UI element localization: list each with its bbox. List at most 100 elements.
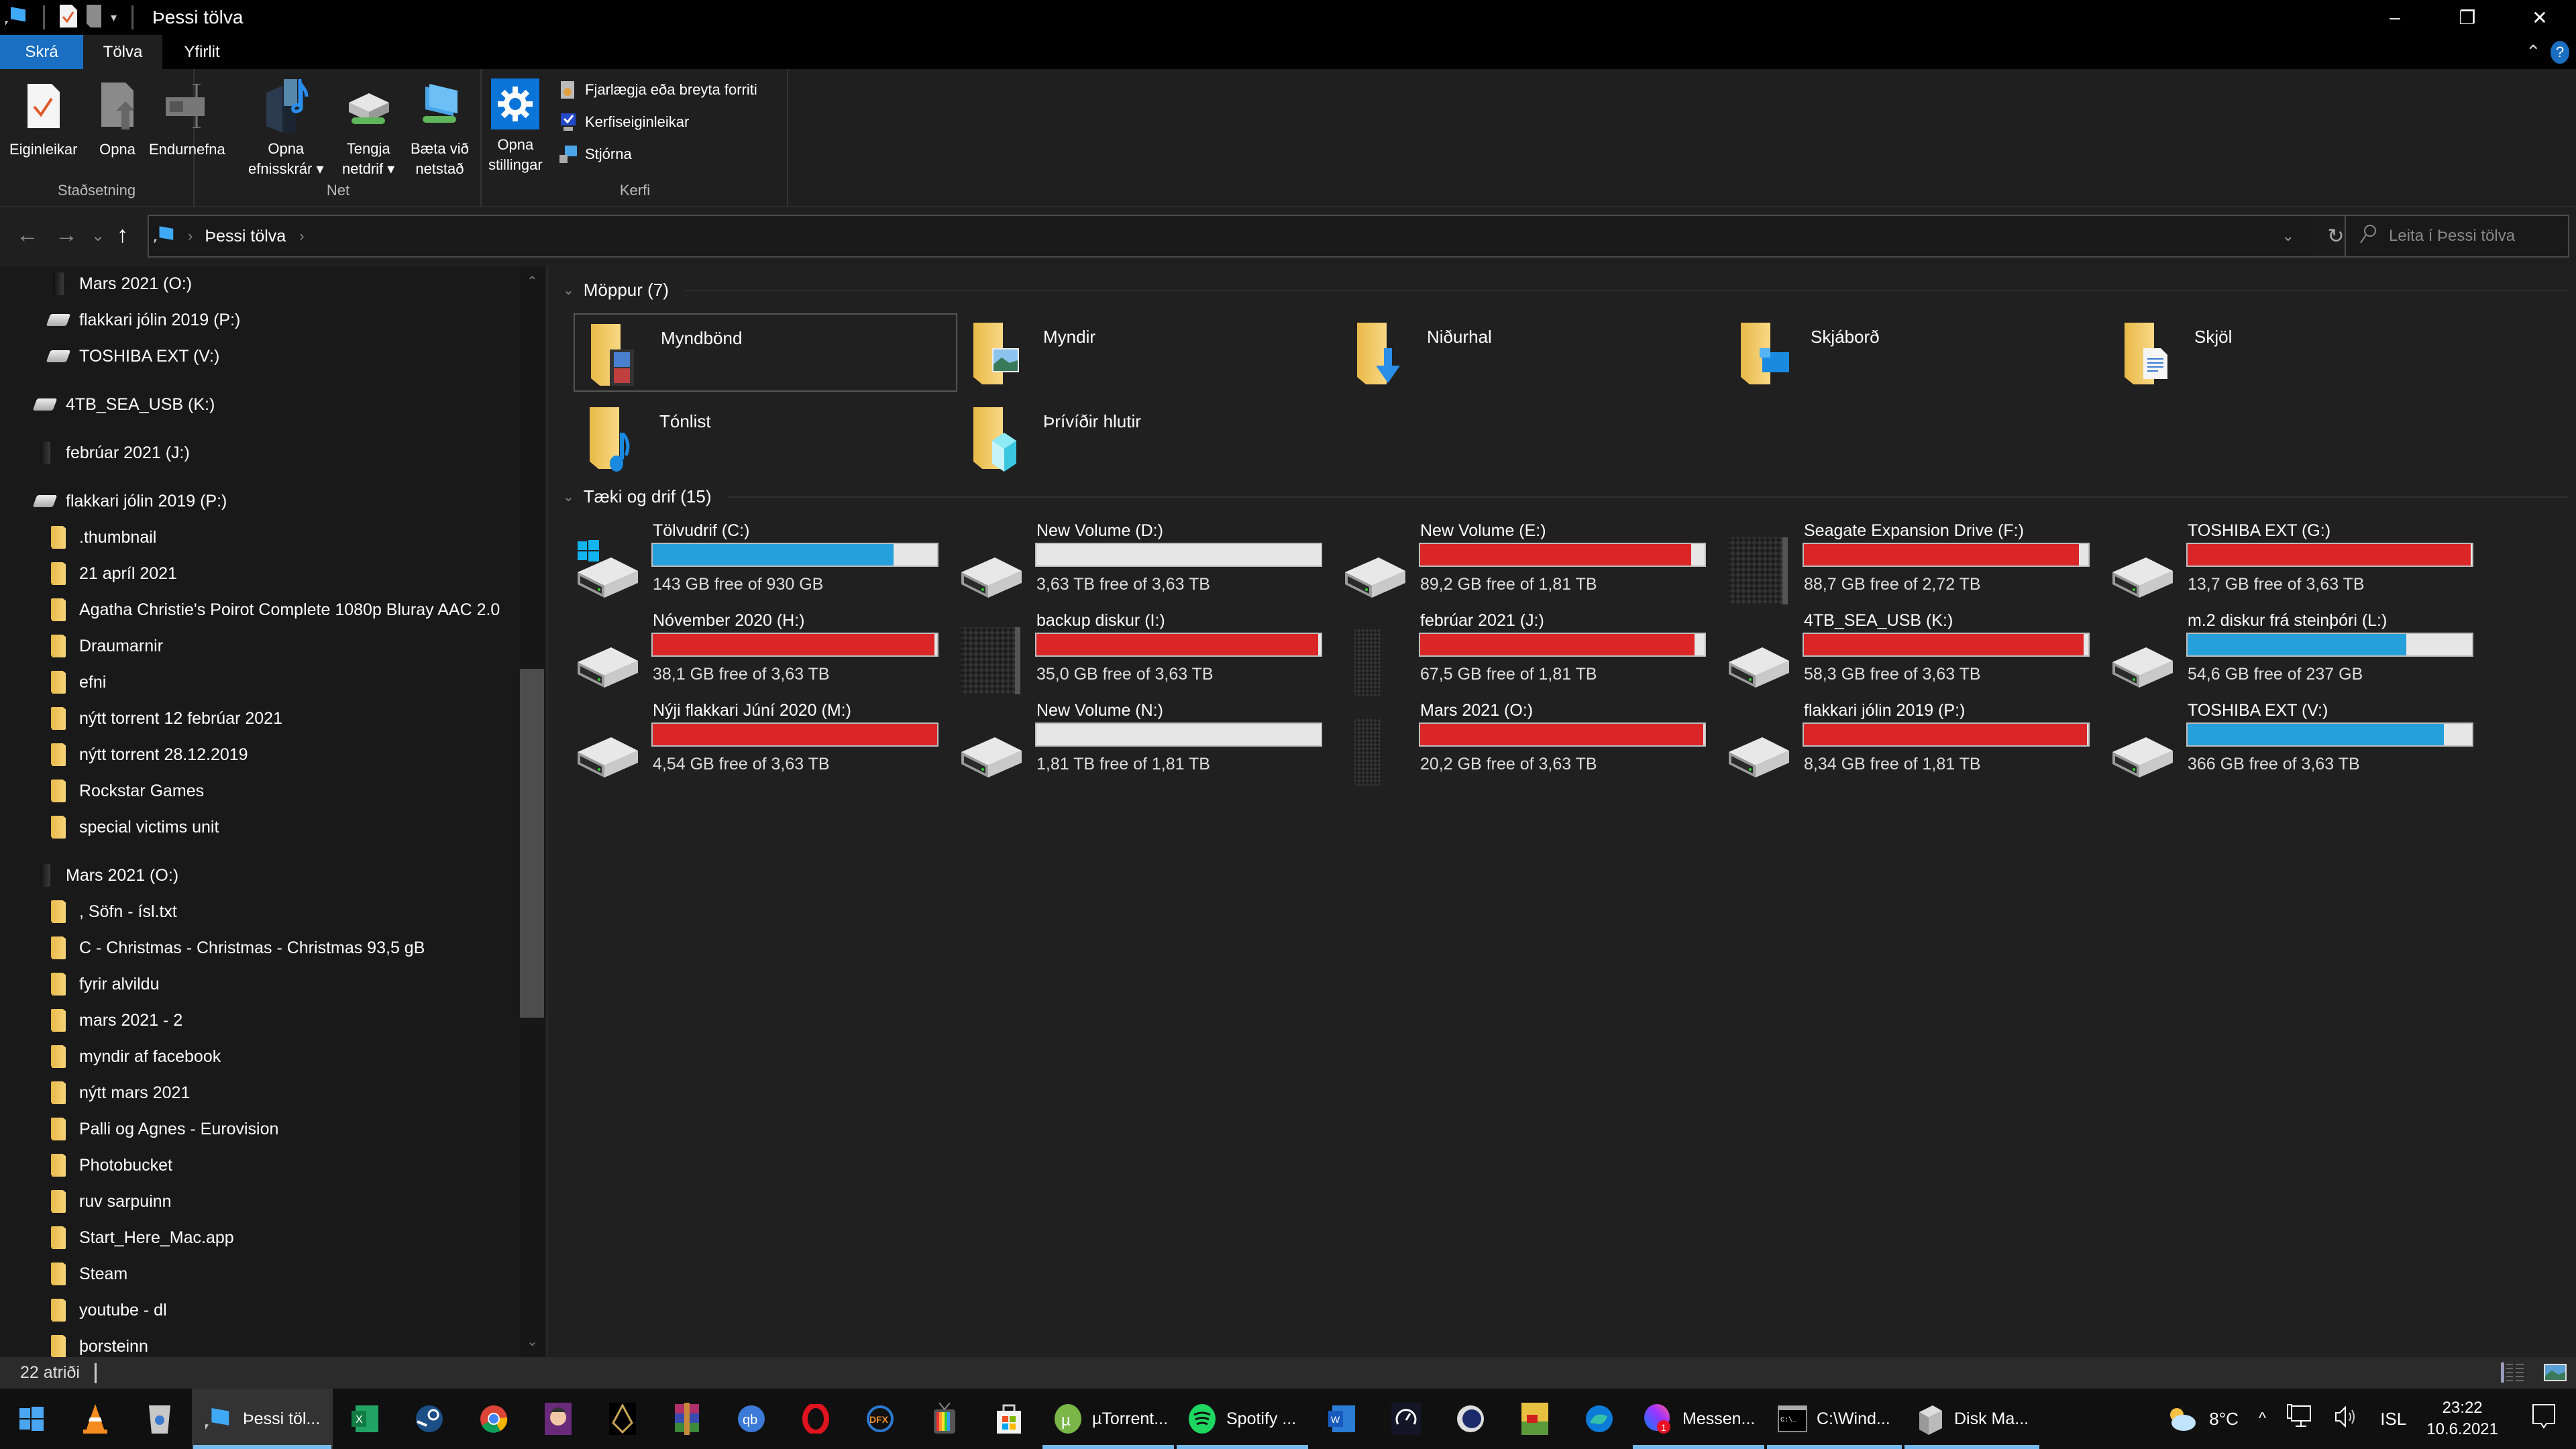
sidebar-item[interactable]: special victims unit xyxy=(48,810,219,844)
chevron-down-icon[interactable]: ⌄ xyxy=(563,282,574,299)
taskbar-app-file-explorer[interactable]: Þessi töl... xyxy=(192,1389,333,1449)
back-button[interactable]: ← xyxy=(16,222,39,248)
action-center-icon[interactable] xyxy=(2532,1403,2556,1435)
taskbar-app-cinema4d[interactable] xyxy=(1438,1389,1503,1449)
drive-item[interactable]: TOSHIBA EXT (G:) 13,7 GB free of 3,63 TB xyxy=(2102,521,2485,611)
sidebar-item[interactable]: fyrir alvildu xyxy=(48,967,159,1001)
sidebar-item[interactable]: efni xyxy=(48,665,106,699)
sidebar-item[interactable]: C - Christmas - Christmas - Christmas 93… xyxy=(48,931,425,965)
taskbar-app-utorrent[interactable]: µ µTorrent... xyxy=(1041,1389,1175,1449)
uninstall-program-button[interactable]: Fjarlægja eða breyta forriti xyxy=(558,80,757,100)
chevron-down-icon[interactable]: ⌄ xyxy=(563,488,574,505)
search-input[interactable]: Leita í Þessi tölva xyxy=(2389,227,2515,246)
sidebar-item[interactable]: Mars 2021 (O:) xyxy=(48,267,192,301)
taskbar-app-steam[interactable] xyxy=(397,1389,462,1449)
manage-button[interactable]: Stjórna xyxy=(558,144,632,164)
taskbar-app-start[interactable] xyxy=(0,1389,63,1449)
taskbar-app-disk-management[interactable]: Disk Ma... xyxy=(1903,1389,2041,1449)
drive-item[interactable]: Nóvember 2020 (H:) 38,1 GB free of 3,63 T… xyxy=(567,611,951,701)
drive-item[interactable]: New Volume (E:) 89,2 GB free of 1,81 TB xyxy=(1334,521,1718,611)
breadcrumb-separator-icon[interactable]: › xyxy=(188,227,193,245)
sidebar-item[interactable]: Photobucket xyxy=(48,1148,172,1182)
taskbar-app-word[interactable]: W xyxy=(1309,1389,1374,1449)
taskbar-app-opera[interactable] xyxy=(784,1389,848,1449)
large-icons-view-button[interactable] xyxy=(2544,1364,2567,1386)
help-button[interactable]: ? xyxy=(2551,40,2569,64)
drive-item[interactable]: New Volume (D:) 3,63 TB free of 3,63 TB xyxy=(951,521,1334,611)
open-settings-button[interactable]: Opna stillingar xyxy=(488,78,543,175)
recent-locations-button[interactable]: ⌄ xyxy=(91,226,105,246)
sidebar-item[interactable]: mars 2021 - 2 xyxy=(48,1004,182,1037)
taskbar-app-game-emblem[interactable] xyxy=(590,1389,655,1449)
folder-item[interactable]: Tónlist xyxy=(574,398,957,476)
sidebar-item[interactable]: Palli og Agnes - Eurovision xyxy=(48,1112,278,1146)
drive-item[interactable]: Seagate Expansion Drive (F:) 88,7 GB free… xyxy=(1718,521,2102,611)
taskbar-app-store[interactable] xyxy=(977,1389,1041,1449)
sidebar-item[interactable]: Start_Here_Mac.app xyxy=(48,1221,234,1254)
taskbar-app-game-character[interactable] xyxy=(526,1389,590,1449)
drives-section-header[interactable]: ⌄ Tæki og drif (15) xyxy=(563,486,2569,507)
drive-item[interactable]: m.2 diskur frá steinþóri (L:) 54,6 GB fre… xyxy=(2102,611,2485,701)
sidebar-item[interactable]: myndir af facebook xyxy=(48,1040,221,1073)
sidebar-scrollbar-thumb[interactable] xyxy=(520,669,544,1018)
network-icon[interactable] xyxy=(2286,1403,2313,1435)
sidebar-item[interactable]: flakkari jólin 2019 (P:) xyxy=(46,303,240,337)
taskbar-app-spotify[interactable]: Spotify ... xyxy=(1175,1389,1309,1449)
maximize-button[interactable]: ❐ xyxy=(2431,0,2504,35)
customize-toolbar-icon[interactable]: ▾ xyxy=(111,11,117,25)
sidebar-item[interactable]: TOSHIBA EXT (V:) xyxy=(46,339,219,373)
folder-item[interactable]: Niðurhal xyxy=(1341,313,1725,392)
add-network-location-button[interactable]: Bæta við netstað xyxy=(411,78,469,179)
drive-item[interactable]: febrúar 2021 (J:) 67,5 GB free of 1,81 TB xyxy=(1334,611,1718,701)
sidebar-item[interactable]: Rockstar Games xyxy=(48,774,204,808)
open-button[interactable]: Opna xyxy=(94,78,141,160)
taskbar-app-excel[interactable]: X xyxy=(333,1389,397,1449)
sidebar-item[interactable]: 4TB_SEA_USB (K:) xyxy=(32,388,215,421)
sidebar-item[interactable]: Draumarnir xyxy=(48,629,163,663)
details-view-button[interactable] xyxy=(2501,1362,2524,1387)
sidebar-item[interactable]: Agatha Christie's Poirot Complete 1080p … xyxy=(48,593,500,627)
sidebar-item[interactable]: þorsteinn xyxy=(48,1330,148,1357)
folder-item[interactable]: Skjáborð xyxy=(1725,313,2108,392)
open-media-server-button[interactable]: Opna efnisskrár ▾ xyxy=(248,78,324,179)
drive-item[interactable]: 4TB_SEA_USB (K:) 58,3 GB free of 3,63 TB xyxy=(1718,611,2102,701)
drive-item[interactable]: flakkari jólin 2019 (P:) 8,34 GB free of … xyxy=(1718,701,2102,791)
folder-item[interactable]: Myndir xyxy=(957,313,1341,392)
sidebar-item[interactable]: youtube - dl xyxy=(48,1293,167,1327)
up-button[interactable]: ↑ xyxy=(117,222,128,248)
sidebar-item[interactable]: 21 apríl 2021 xyxy=(48,557,177,590)
taskbar-app-speedtest[interactable] xyxy=(1374,1389,1438,1449)
taskbar-app-dfx[interactable]: DFX xyxy=(848,1389,912,1449)
sidebar-item[interactable]: nýtt mars 2021 xyxy=(48,1076,190,1110)
sidebar-item[interactable]: .thumbnail xyxy=(48,521,156,554)
taskbar-app-farm-game[interactable] xyxy=(1503,1389,1567,1449)
drive-item[interactable]: TOSHIBA EXT (V:) 366 GB free of 3,63 TB xyxy=(2102,701,2485,791)
sidebar-item[interactable]: nýtt torrent 28.12.2019 xyxy=(48,738,248,771)
taskbar-app-messenger[interactable]: 1 Messen... xyxy=(1631,1389,1766,1449)
forward-button[interactable]: → xyxy=(55,222,78,248)
system-properties-button[interactable]: Kerfiseiginleikar xyxy=(558,112,689,132)
collapse-ribbon-button[interactable]: ⌃ xyxy=(2526,41,2541,63)
sidebar-item[interactable]: flakkari jólin 2019 (P:) xyxy=(32,484,227,518)
drive-item[interactable]: Tölvudrif (C:) 143 GB free of 930 GB xyxy=(567,521,951,611)
taskbar-app-qbittorrent[interactable]: qb xyxy=(719,1389,784,1449)
sidebar-item[interactable]: Steam xyxy=(48,1257,127,1291)
sidebar-item[interactable]: Mars 2021 (O:) xyxy=(35,859,178,892)
taskbar-app-winrar[interactable] xyxy=(655,1389,719,1449)
weather-widget[interactable]: 8°C xyxy=(2166,1405,2239,1432)
folder-item[interactable]: Myndbönd xyxy=(574,313,957,392)
taskbar-app-recycle-bin[interactable] xyxy=(127,1389,192,1449)
properties-quick-icon[interactable] xyxy=(60,4,77,31)
properties-button[interactable]: Eiginleikar xyxy=(9,78,78,160)
address-bar[interactable]: › Þessi tölva › ⌄ ↻ xyxy=(144,215,2361,258)
scroll-up-icon[interactable]: ⌃ xyxy=(527,273,538,290)
tab-file[interactable]: Skrá xyxy=(0,35,83,69)
folder-item[interactable]: Skjöl xyxy=(2108,313,2492,392)
taskbar-app-edge[interactable] xyxy=(1567,1389,1631,1449)
drive-item[interactable]: New Volume (N:) 1,81 TB free of 1,81 TB xyxy=(951,701,1334,791)
new-folder-quick-icon[interactable] xyxy=(87,4,101,31)
sidebar-item[interactable]: febrúar 2021 (J:) xyxy=(35,436,190,470)
drive-item[interactable]: backup diskur (I:) 35,0 GB free of 3,63 T… xyxy=(951,611,1334,701)
clock[interactable]: 23:22 10.6.2021 xyxy=(2426,1397,2498,1440)
scroll-down-icon[interactable]: ⌄ xyxy=(527,1333,538,1350)
